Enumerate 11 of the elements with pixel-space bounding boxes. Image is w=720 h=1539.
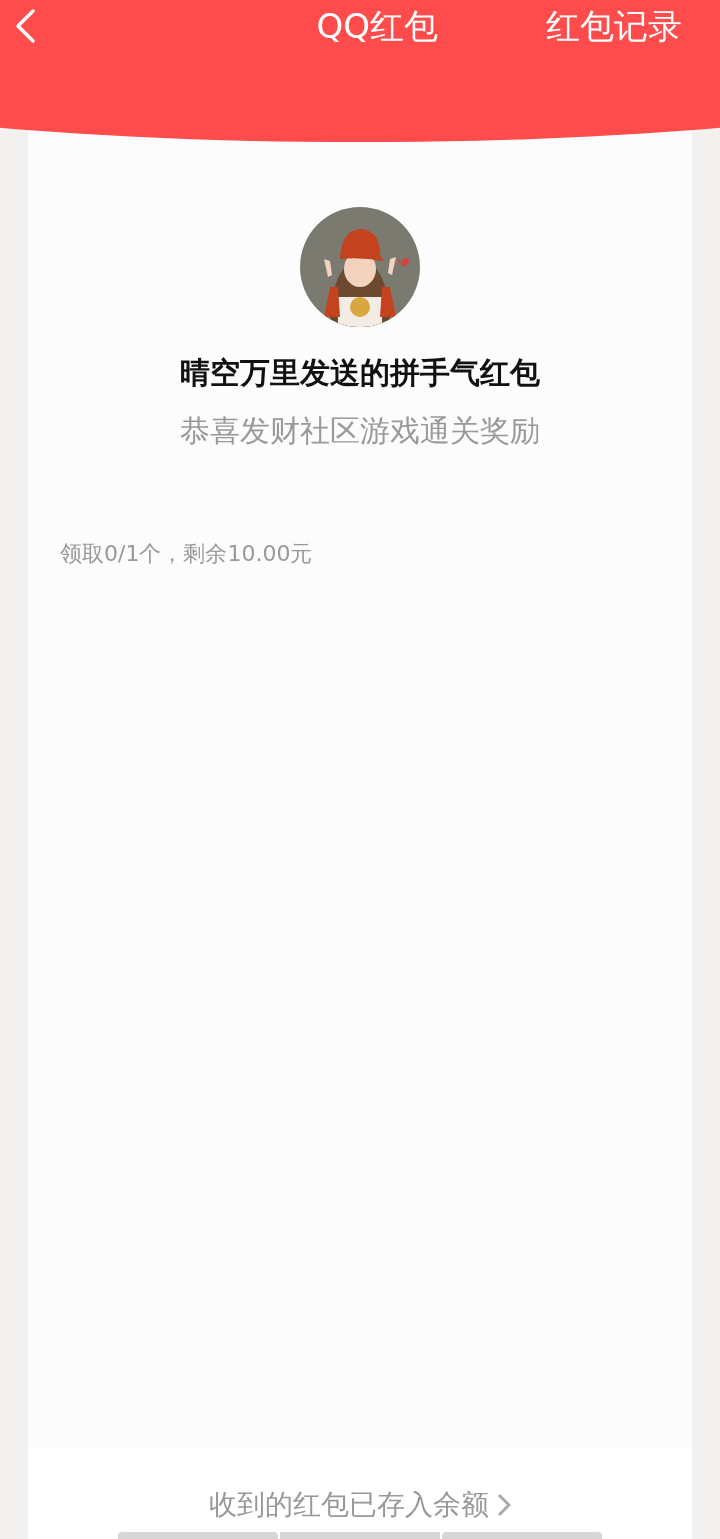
back-icon [14,8,36,44]
balance-link[interactable]: 收到的红包已存入余额 [209,1487,511,1523]
blessing-text: 恭喜发财社区游戏通关奖励 [180,412,540,450]
records-link[interactable]: 红包记录 [546,4,682,48]
claim-summary: 领取0/1个，剩余10.00元 [60,540,314,568]
sender-line: 晴空万里发送的拼手气红包 [180,354,540,392]
bottom-tab[interactable] [280,1532,440,1539]
chevron-right-icon [497,1493,511,1517]
page-title: QQ红包 [316,5,438,48]
bottom-tab[interactable] [442,1532,602,1539]
bottom-tab[interactable] [118,1532,278,1539]
